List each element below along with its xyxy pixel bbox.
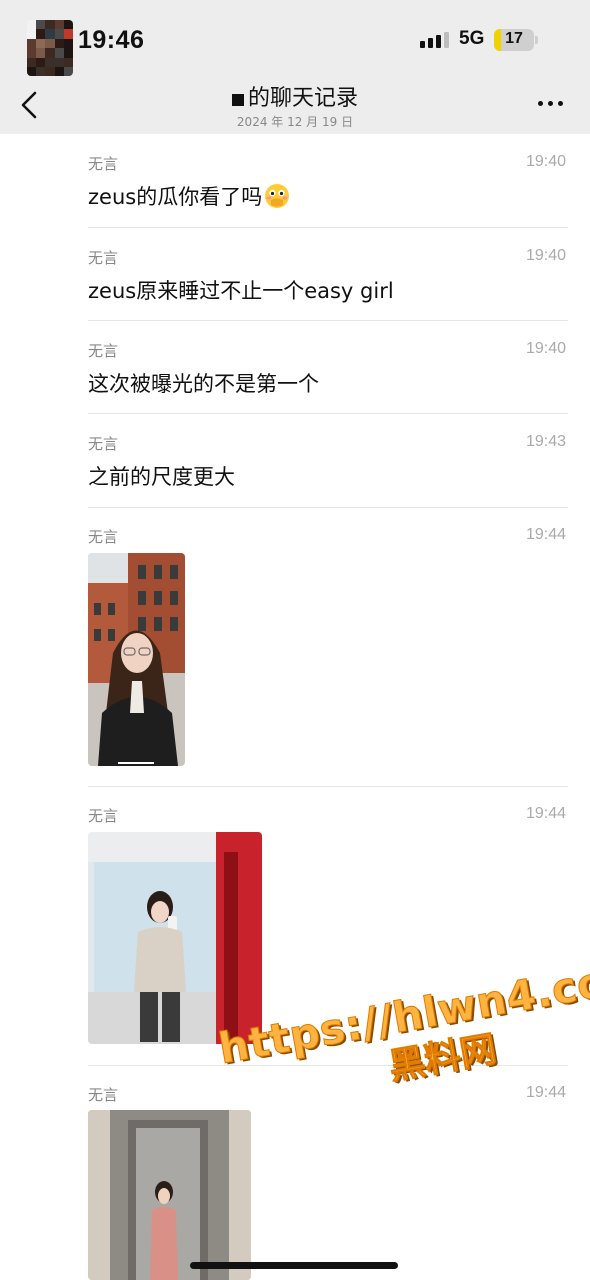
page-title: 的聊天记录 — [231, 80, 358, 112]
avatar-pixel — [27, 38, 37, 49]
avatar-pixel — [45, 57, 55, 67]
avatar-pixel — [63, 57, 73, 67]
avatar[interactable] — [27, 20, 73, 76]
avatar-pixel — [36, 48, 46, 58]
avatar-pixel — [45, 20, 55, 30]
message-item: 无言 19:40 这次被曝光的不是第一个 — [0, 321, 590, 414]
avatar-pixel — [36, 67, 46, 76]
avatar-pixel — [54, 57, 64, 67]
redacted-name — [231, 94, 244, 106]
avatar-pixel — [36, 29, 46, 39]
status-time: 19:46 — [78, 26, 145, 54]
avatar-pixel — [54, 48, 64, 58]
battery-icon: 17 — [494, 29, 534, 51]
message-time: 19:40 — [525, 153, 566, 170]
message-time: 19:44 — [525, 805, 566, 822]
message-time: 19:40 — [525, 340, 566, 357]
message-text[interactable]: 这次被曝光的不是第一个 — [88, 368, 319, 398]
avatar-pixel — [54, 38, 64, 49]
message-sender: 无言 — [88, 155, 119, 173]
avatar-pixel — [27, 57, 37, 67]
message-time: 19:43 — [525, 433, 566, 450]
avatar-pixel — [27, 29, 37, 39]
message-text-content: zeus的瓜你看了吗 — [88, 185, 263, 209]
message-time: 19:40 — [525, 247, 566, 264]
avatar-pixel — [36, 57, 46, 67]
message-sender: 无言 — [88, 249, 119, 267]
avatar-pixel — [36, 38, 46, 49]
message-text[interactable]: zeus原来睡过不止一个easy girl — [88, 275, 394, 305]
avatar-pixel — [27, 67, 37, 76]
message-item: 无言 19:44 — [0, 507, 590, 787]
message-item: 无言 19:40 zeus原来睡过不止一个easy girl — [0, 228, 590, 321]
face-with-hand-over-mouth-icon — [265, 184, 290, 208]
avatar-pixel — [45, 38, 55, 49]
photo-message[interactable] — [88, 832, 262, 1044]
avatar-pixel — [27, 20, 37, 30]
avatar-pixel — [45, 29, 55, 39]
message-text[interactable]: 之前的尺度更大 — [88, 461, 235, 491]
avatar-pixel — [63, 67, 73, 76]
page-subtitle: 2024 年 12 月 19 日 — [236, 115, 354, 129]
message-sender: 无言 — [88, 1086, 119, 1104]
network-type: 5G — [459, 28, 485, 49]
message-item: 无言 19:40 zeus的瓜你看了吗 — [0, 134, 590, 228]
avatar-pixel — [27, 48, 37, 58]
message-time: 19:44 — [525, 526, 566, 543]
battery-level: 17 — [505, 30, 523, 47]
signal-icon — [420, 32, 450, 48]
avatar-pixel — [36, 20, 46, 30]
status-bar: 19:46 5G 17 — [0, 0, 590, 80]
message-sender: 无言 — [88, 528, 119, 546]
top-bar: 19:46 5G 17 的聊天记录 2024 年 12 月 19 日 — [0, 0, 590, 134]
avatar-pixel — [63, 20, 73, 30]
nav-bar: 的聊天记录 2024 年 12 月 19 日 — [0, 80, 590, 134]
avatar-pixel — [45, 48, 55, 58]
home-indicator[interactable] — [190, 1262, 398, 1269]
message-sender: 无言 — [88, 807, 119, 825]
message-sender: 无言 — [88, 342, 119, 360]
page-title-text: 的聊天记录 — [247, 86, 358, 111]
message-item: 无言 19:43 之前的尺度更大 — [0, 414, 590, 508]
avatar-pixel — [54, 29, 64, 39]
battery-cap — [535, 36, 538, 44]
message-sender: 无言 — [88, 435, 119, 453]
photo-message[interactable] — [88, 553, 185, 766]
avatar-pixel — [54, 67, 64, 76]
avatar-pixel — [63, 48, 73, 58]
avatar-pixel — [45, 67, 55, 76]
avatar-pixel — [63, 29, 73, 39]
message-text[interactable]: zeus的瓜你看了吗 — [88, 181, 290, 211]
photo-message[interactable] — [88, 1110, 251, 1280]
avatar-pixel — [63, 38, 73, 49]
message-time: 19:44 — [525, 1084, 566, 1101]
avatar-pixel — [54, 20, 64, 30]
more-dots-icon[interactable] — [538, 101, 564, 107]
